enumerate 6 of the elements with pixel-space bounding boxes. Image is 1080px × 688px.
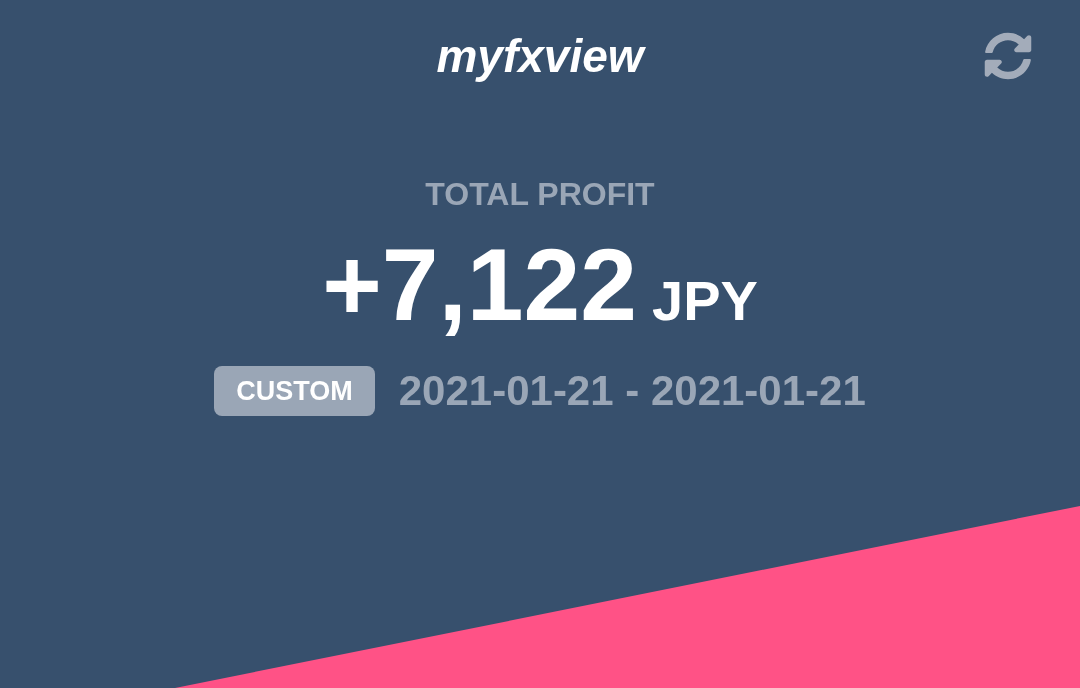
refresh-icon[interactable]: [984, 32, 1032, 80]
total-profit-label: TOTAL PROFIT: [425, 178, 655, 210]
range-badge[interactable]: CUSTOM: [214, 366, 375, 416]
profit-amount: +7,122: [322, 234, 637, 336]
date-range-text: 2021-01-21 - 2021-01-21: [398, 370, 866, 412]
currency-label: JPY: [652, 273, 758, 329]
